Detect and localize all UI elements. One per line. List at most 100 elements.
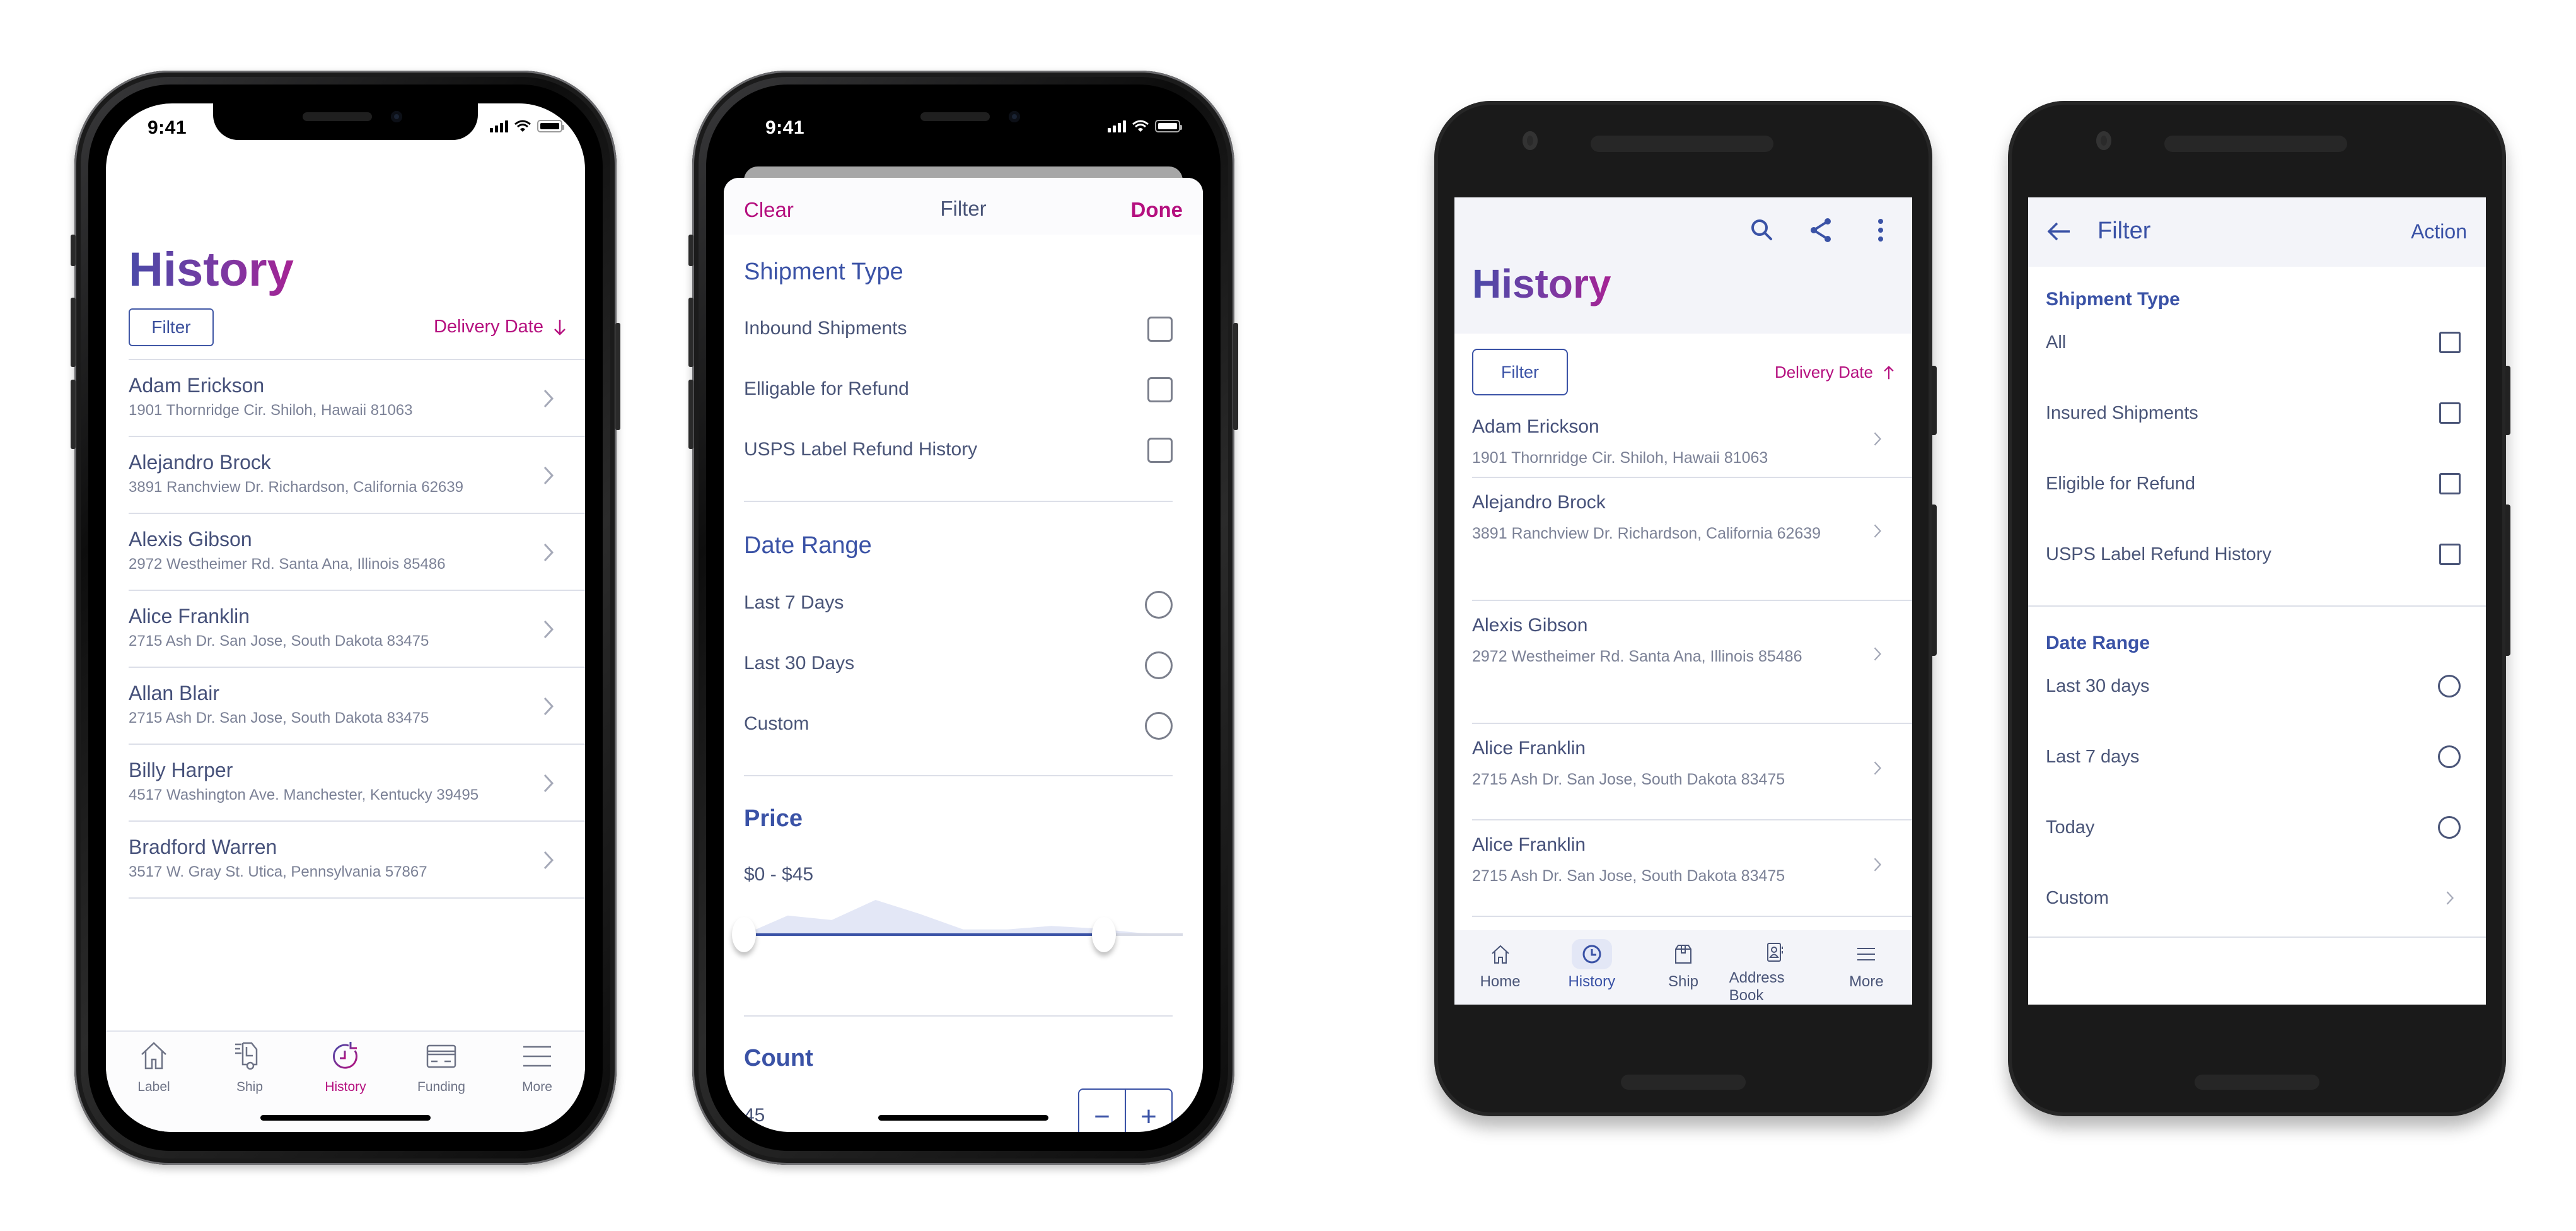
option-eligible-for-refund[interactable]: Elligable for Refund <box>744 371 1173 409</box>
checkbox[interactable] <box>2439 332 2461 353</box>
more-vert-icon[interactable] <box>1867 216 1894 244</box>
nav-more[interactable]: More <box>1821 930 1912 1005</box>
checkbox[interactable] <box>2439 544 2461 565</box>
option-last-7-days[interactable]: Last 7 Days <box>744 585 1173 622</box>
chevron-right-icon <box>1874 432 1882 446</box>
back-arrow-icon[interactable] <box>2046 219 2072 244</box>
list-item[interactable]: Alexis Gibson 2972 Westheimer Rd. Santa … <box>1472 601 1912 724</box>
nav-address-book[interactable]: Address Book <box>1729 930 1821 1005</box>
list-item[interactable]: Alice Franklin 2715 Ash Dr. San Jose, So… <box>1472 820 1912 917</box>
tab-more[interactable]: More <box>489 1032 585 1132</box>
list-item[interactable]: Billy Harper 4517 Washington Ave. Manche… <box>129 745 585 822</box>
option-label: Inbound Shipments <box>744 318 907 339</box>
option-label: Today <box>2046 817 2095 837</box>
slider-max-handle[interactable] <box>1091 917 1116 952</box>
recipient-name: Adam Erickson <box>1472 416 1599 437</box>
radio-button[interactable] <box>1145 591 1173 619</box>
price-range-slider[interactable] <box>732 890 1183 979</box>
front-camera <box>2096 131 2111 150</box>
package-icon <box>1675 945 1691 964</box>
chevron-right-icon <box>543 697 554 716</box>
option-label: Custom <box>744 713 809 734</box>
history-list: Adam Erickson 1901 Thornridge Cir. Shilo… <box>1472 402 1912 917</box>
increment-button[interactable]: + <box>1126 1090 1171 1132</box>
recipient-address: 3891 Ranchview Dr. Richardson, Californi… <box>1472 525 1821 542</box>
recipient-name: Alice Franklin <box>1472 834 1586 855</box>
status-bar: 9:41 <box>106 103 585 148</box>
option-last-7-days[interactable]: Last 7 days <box>2046 738 2464 776</box>
option-last-30-days[interactable]: Last 30 Days <box>744 645 1173 683</box>
app-bar: Filter Action <box>2028 197 2486 267</box>
tab-label-text: Label <box>137 1080 170 1094</box>
filter-button[interactable]: Filter <box>129 308 214 346</box>
option-label: Last 7 days <box>2046 747 2140 767</box>
list-item[interactable]: Alice Franklin 2715 Ash Dr. San Jose, So… <box>129 591 585 668</box>
iphone-filter-device: 9:41 Clear Filter Done Shipment Type Inb… <box>688 71 1238 1165</box>
price-histogram-chart <box>744 900 1183 936</box>
radio-button[interactable] <box>2438 745 2461 768</box>
list-item[interactable]: Alexis Gibson 2972 Westheimer Rd. Santa … <box>129 514 585 591</box>
checkbox[interactable] <box>2439 473 2461 494</box>
radio-button[interactable] <box>1145 651 1173 679</box>
option-custom[interactable]: Custom <box>2046 879 2464 917</box>
checkbox[interactable] <box>1147 377 1173 402</box>
checkbox[interactable] <box>1147 317 1173 342</box>
section-heading-shipment-type: Shipment Type <box>744 259 903 285</box>
option-insured-shipments[interactable]: Insured Shipments <box>2046 394 2464 432</box>
share-icon[interactable] <box>1807 216 1835 244</box>
nav-home[interactable]: Home <box>1454 930 1546 1005</box>
filter-button[interactable]: Filter <box>1472 349 1568 395</box>
option-eligible-for-refund[interactable]: Eligible for Refund <box>2046 465 2464 503</box>
list-item[interactable]: Adam Erickson 1901 Thornridge Cir. Shilo… <box>129 360 585 437</box>
option-usps-label-refund-history[interactable]: USPS Label Refund History <box>2046 535 2464 573</box>
decrement-button[interactable]: − <box>1079 1090 1126 1132</box>
option-inbound-shipments[interactable]: Inbound Shipments <box>744 310 1173 348</box>
list-item[interactable]: Bradford Warren 3517 W. Gray St. Utica, … <box>129 822 585 899</box>
sort-delivery-date-button[interactable]: Delivery Date <box>1775 363 1894 382</box>
option-usps-label-refund-history[interactable]: USPS Label Refund History <box>744 431 1173 469</box>
slider-min-handle[interactable] <box>732 917 756 952</box>
option-custom[interactable]: Custom <box>744 706 1173 744</box>
done-button[interactable]: Done <box>1131 198 1183 222</box>
nav-history[interactable]: History <box>1546 930 1637 1005</box>
recipient-address: 4517 Washington Ave. Manchester, Kentuck… <box>129 786 479 803</box>
list-item[interactable]: Alejandro Brock 3891 Ranchview Dr. Richa… <box>1472 478 1912 601</box>
home-indicator[interactable] <box>878 1115 1048 1121</box>
section-heading-shipment-type: Shipment Type <box>2046 289 2180 310</box>
list-item[interactable]: Alice Franklin 2715 Ash Dr. San Jose, So… <box>1472 724 1912 820</box>
radio-button[interactable] <box>2438 675 2461 697</box>
price-range-value: $0 - $45 <box>744 864 814 885</box>
list-item[interactable]: Alejandro Brock 3891 Ranchview Dr. Richa… <box>129 437 585 514</box>
tab-more-text: More <box>522 1080 552 1094</box>
list-item[interactable]: Adam Erickson 1901 Thornridge Cir. Shilo… <box>1472 402 1912 478</box>
menu-icon <box>1857 948 1876 960</box>
recipient-address: 3517 W. Gray St. Utica, Pennsylvania 578… <box>129 863 427 880</box>
mute-switch <box>688 235 693 266</box>
home-indicator[interactable] <box>260 1115 431 1121</box>
checkbox[interactable] <box>1147 438 1173 463</box>
search-icon[interactable] <box>1748 216 1776 244</box>
home-icon <box>141 1042 166 1070</box>
sort-delivery-date-button[interactable]: Delivery Date <box>434 317 566 337</box>
option-label: Last 7 Days <box>744 592 844 613</box>
divider <box>2028 605 2486 607</box>
bottom-speaker <box>1621 1075 1746 1090</box>
radio-button[interactable] <box>2438 816 2461 839</box>
nav-address-book-label: Address Book <box>1729 969 1785 1004</box>
action-button[interactable]: Action <box>2411 220 2467 243</box>
radio-button[interactable] <box>1145 712 1173 740</box>
count-stepper: − + <box>1078 1088 1173 1132</box>
list-item[interactable]: Allan Blair 2715 Ash Dr. San Jose, South… <box>129 668 585 745</box>
price-histogram-area <box>744 900 1183 935</box>
option-today[interactable]: Today <box>2046 808 2464 846</box>
checkbox[interactable] <box>2439 402 2461 424</box>
page-title: Filter <box>2097 218 2151 244</box>
option-last-30-days[interactable]: Last 30 days <box>2046 667 2464 705</box>
option-all[interactable]: All <box>2046 324 2464 361</box>
count-value: 45 <box>744 1105 765 1126</box>
earpiece-speaker <box>2164 136 2347 152</box>
nav-ship[interactable]: Ship <box>1637 930 1729 1005</box>
tab-label[interactable]: Label <box>106 1032 202 1132</box>
app-bar: History <box>1454 197 1912 334</box>
recipient-address: 2972 Westheimer Rd. Santa Ana, Illinois … <box>129 556 446 573</box>
